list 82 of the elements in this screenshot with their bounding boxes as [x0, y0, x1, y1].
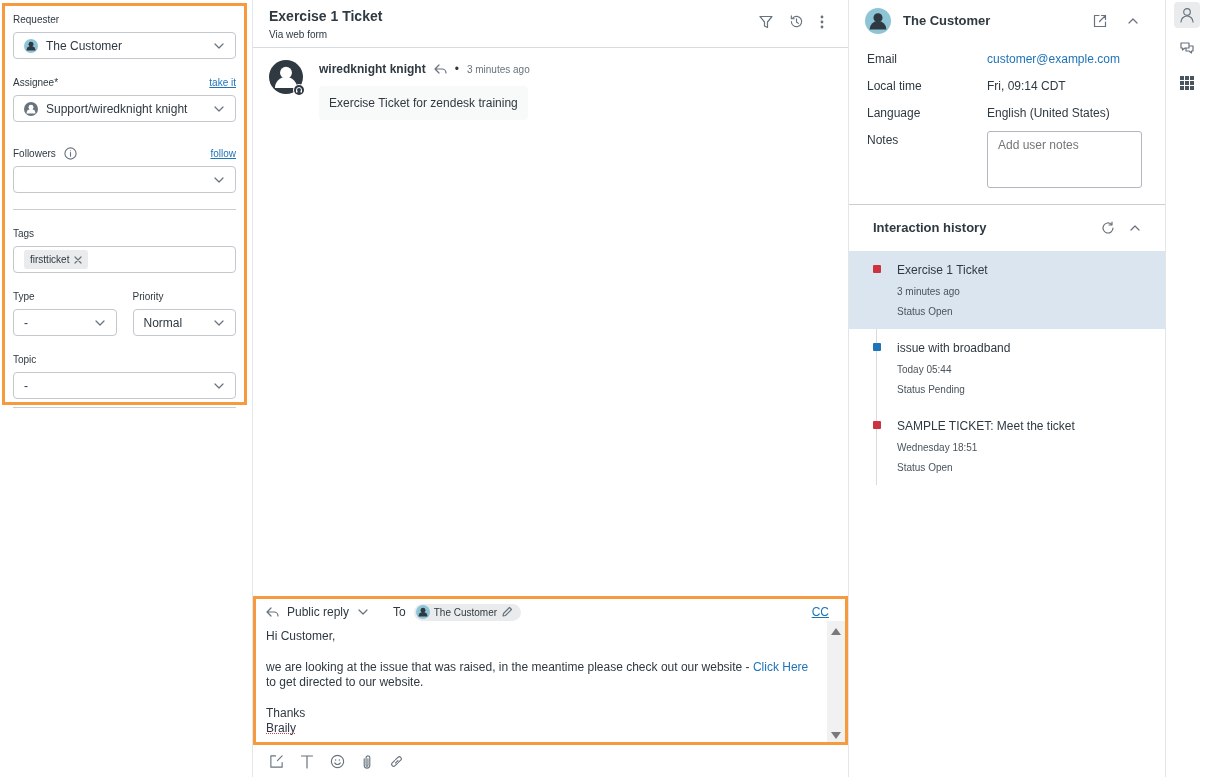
to-label: To	[393, 604, 406, 621]
history-title: Exercise 1 Ticket	[897, 261, 988, 279]
customer-avatar	[865, 8, 891, 34]
ticket-title: Exercise 1 Ticket	[269, 7, 383, 26]
history-title: SAMPLE TICKET: Meet the ticket	[897, 417, 1075, 435]
history-status: Status Pending	[897, 382, 966, 397]
field-label: Tags	[13, 227, 35, 241]
detail-label: Notes	[867, 132, 900, 149]
apps-icon	[1179, 76, 1194, 90]
scroll-up-icon[interactable]	[830, 627, 842, 636]
emoji-icon[interactable]	[330, 753, 345, 769]
customer-name: The Customer	[903, 12, 992, 31]
detail-value: English (United States)	[987, 105, 1111, 122]
agent-avatar	[24, 101, 38, 116]
reply-icon	[433, 63, 447, 75]
external-link-icon[interactable]	[1093, 14, 1107, 28]
notes-field[interactable]: Add user notes	[987, 131, 1142, 188]
reply-text: Hi Customer,	[266, 629, 337, 644]
ticket-channel: Via web form	[269, 28, 329, 42]
history-icon[interactable]	[789, 14, 804, 29]
info-icon[interactable]	[63, 147, 77, 160]
attachment-icon[interactable]	[361, 753, 373, 769]
reply-mode-dropdown[interactable]: Public reply	[266, 603, 370, 621]
field-label: Followers	[13, 147, 56, 161]
remove-icon[interactable]	[74, 255, 83, 264]
scroll-down-icon[interactable]	[830, 731, 842, 740]
section-title: Interaction history	[873, 219, 988, 237]
history-item[interactable]: SAMPLE TICKET: Meet the ticket Wednesday 18:51 Status Open	[849, 406, 1165, 485]
tags-field[interactable]: firstticket	[13, 246, 236, 273]
dropdown-field[interactable]: Support/wiredknight knight	[13, 95, 236, 122]
link-icon[interactable]	[389, 753, 404, 769]
dropdown-field[interactable]: -	[13, 309, 117, 336]
detail-value: Fri, 09:14 CDT	[987, 78, 1067, 95]
message-text: Exercise Ticket for zendesk training	[319, 86, 528, 120]
agent-avatar	[269, 60, 303, 94]
recipient-avatar	[415, 605, 430, 619]
refresh-icon[interactable]	[1101, 220, 1115, 235]
dropdown-field[interactable]: The Customer	[13, 32, 236, 59]
tag-chip[interactable]: firstticket	[24, 250, 89, 269]
history-title: issue with broadband	[897, 339, 1011, 357]
field-label: Type	[13, 290, 35, 304]
reply-text: Braily	[266, 721, 297, 736]
customer-avatar	[24, 38, 38, 53]
click-here-link[interactable]: Click Here	[752, 660, 809, 674]
field-label: Requester	[13, 13, 60, 27]
history-time: Today 05:44	[897, 362, 953, 377]
message-time: 3 minutes ago	[466, 62, 530, 77]
recipient-chip[interactable]: The Customer	[413, 603, 522, 621]
scrollbar[interactable]	[827, 621, 845, 742]
field-label: Priority	[132, 290, 164, 304]
history-time: Wednesday 18:51	[897, 440, 979, 455]
reply-text: we are looking at the issue that was raised, in the meantime please check out our website - Click Here to get directed to our website.	[266, 660, 810, 690]
headset-icon	[293, 84, 305, 96]
follow-link[interactable]: follow	[210, 146, 236, 161]
text-format-icon[interactable]	[300, 753, 314, 769]
compose-icon[interactable]	[269, 753, 284, 769]
pencil-icon[interactable]	[501, 606, 514, 618]
dropdown-field[interactable]: -	[13, 372, 236, 399]
history-status: Status Open	[897, 460, 954, 475]
dropdown-field[interactable]: Normal	[132, 309, 236, 336]
separator-dot: •	[454, 61, 459, 78]
rail-tab[interactable]	[1173, 2, 1200, 28]
more-icon[interactable]	[820, 14, 824, 29]
field-label: Topic	[13, 353, 37, 367]
detail-label: Email	[867, 51, 898, 68]
reply-icon	[266, 606, 279, 618]
detail-label: Local time	[867, 78, 923, 95]
history-item[interactable]: Exercise 1 Ticket 3 minutes ago Status Open	[849, 250, 1165, 329]
take-it-link[interactable]: take it	[209, 75, 236, 90]
history-time: 3 minutes ago	[897, 284, 961, 299]
cc-link[interactable]: CC	[811, 603, 829, 621]
author-name: wiredknight knight	[319, 61, 426, 78]
email-link[interactable]: customer@example.com	[987, 50, 1147, 68]
field-label: Assignee*	[13, 76, 59, 90]
detail-label: Language	[867, 105, 922, 122]
history-status: Status Open	[897, 304, 954, 319]
chat-icon	[1178, 41, 1195, 57]
dropdown-field[interactable]	[13, 166, 236, 193]
reply-text: Thanks	[266, 706, 307, 721]
history-item[interactable]: issue with broadband Today 05:44 Status Pending	[849, 328, 1165, 407]
filter-icon[interactable]	[759, 14, 773, 29]
user-icon	[1178, 7, 1195, 23]
